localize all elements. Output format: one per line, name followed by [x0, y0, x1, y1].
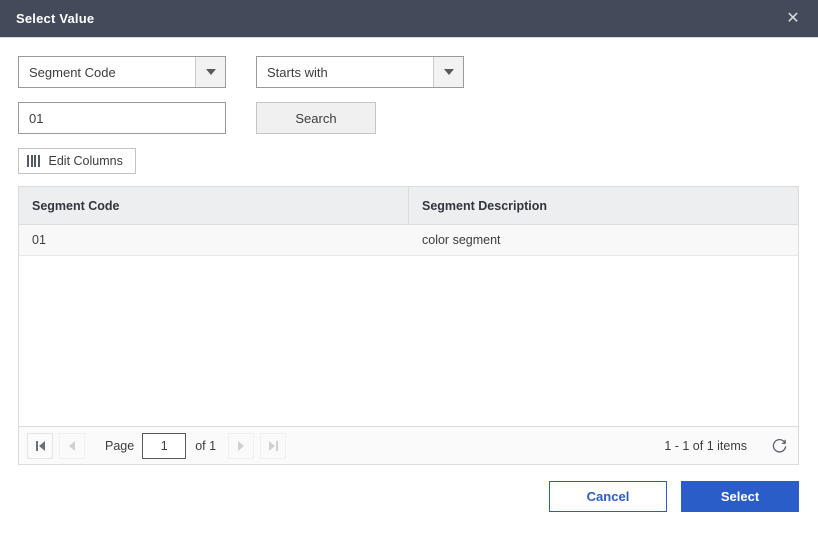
last-page-icon[interactable]	[260, 432, 287, 459]
search-input[interactable]	[18, 102, 226, 134]
cell-segment-code: 01	[32, 233, 46, 247]
search-button[interactable]: Search	[256, 102, 376, 134]
columns-icon	[27, 155, 40, 167]
grid-pager: Page of 1 1 - 1 of 1 items	[19, 426, 798, 464]
next-page-icon[interactable]	[228, 432, 255, 459]
grid-body: 01 color segment	[19, 225, 798, 256]
table-row[interactable]: 01 color segment	[19, 225, 798, 256]
operator-select[interactable]: Starts with	[256, 56, 464, 88]
results-grid: Segment Code Segment Description 01 colo…	[18, 186, 799, 465]
close-icon[interactable]: ✕	[782, 8, 804, 30]
search-row: Search	[18, 102, 376, 134]
page-count-label: of 1	[195, 438, 217, 453]
edit-columns-label: Edit Columns	[48, 154, 123, 168]
chevron-down-icon[interactable]	[195, 57, 225, 87]
dialog-footer: Cancel Select	[0, 481, 818, 512]
grid-header-row: Segment Code Segment Description	[19, 187, 798, 225]
titlebar-divider	[0, 37, 818, 38]
dialog-titlebar: Select Value ✕	[0, 0, 818, 37]
previous-page-icon[interactable]	[59, 432, 85, 459]
dialog-title: Select Value	[16, 11, 95, 26]
page-number-input[interactable]	[142, 432, 187, 459]
cell-segment-description: color segment	[422, 233, 501, 247]
page-label: Page	[105, 438, 135, 453]
cancel-button[interactable]: Cancel	[549, 481, 667, 512]
items-summary: 1 - 1 of 1 items	[664, 438, 747, 453]
field-select-value: Segment Code	[29, 64, 116, 80]
column-header-segment-code[interactable]: Segment Code	[19, 187, 409, 224]
column-header-segment-description[interactable]: Segment Description	[409, 187, 798, 224]
chevron-down-icon[interactable]	[433, 57, 463, 87]
refresh-icon[interactable]	[771, 437, 788, 454]
operator-select-value: Starts with	[267, 64, 328, 80]
first-page-icon[interactable]	[27, 432, 53, 459]
select-button[interactable]: Select	[681, 481, 799, 512]
select-value-dialog: Select Value ✕ Segment Code Starts with …	[0, 0, 818, 542]
edit-columns-button[interactable]: Edit Columns	[18, 148, 136, 174]
field-select[interactable]: Segment Code	[18, 56, 226, 88]
filter-row: Segment Code Starts with	[18, 56, 464, 88]
